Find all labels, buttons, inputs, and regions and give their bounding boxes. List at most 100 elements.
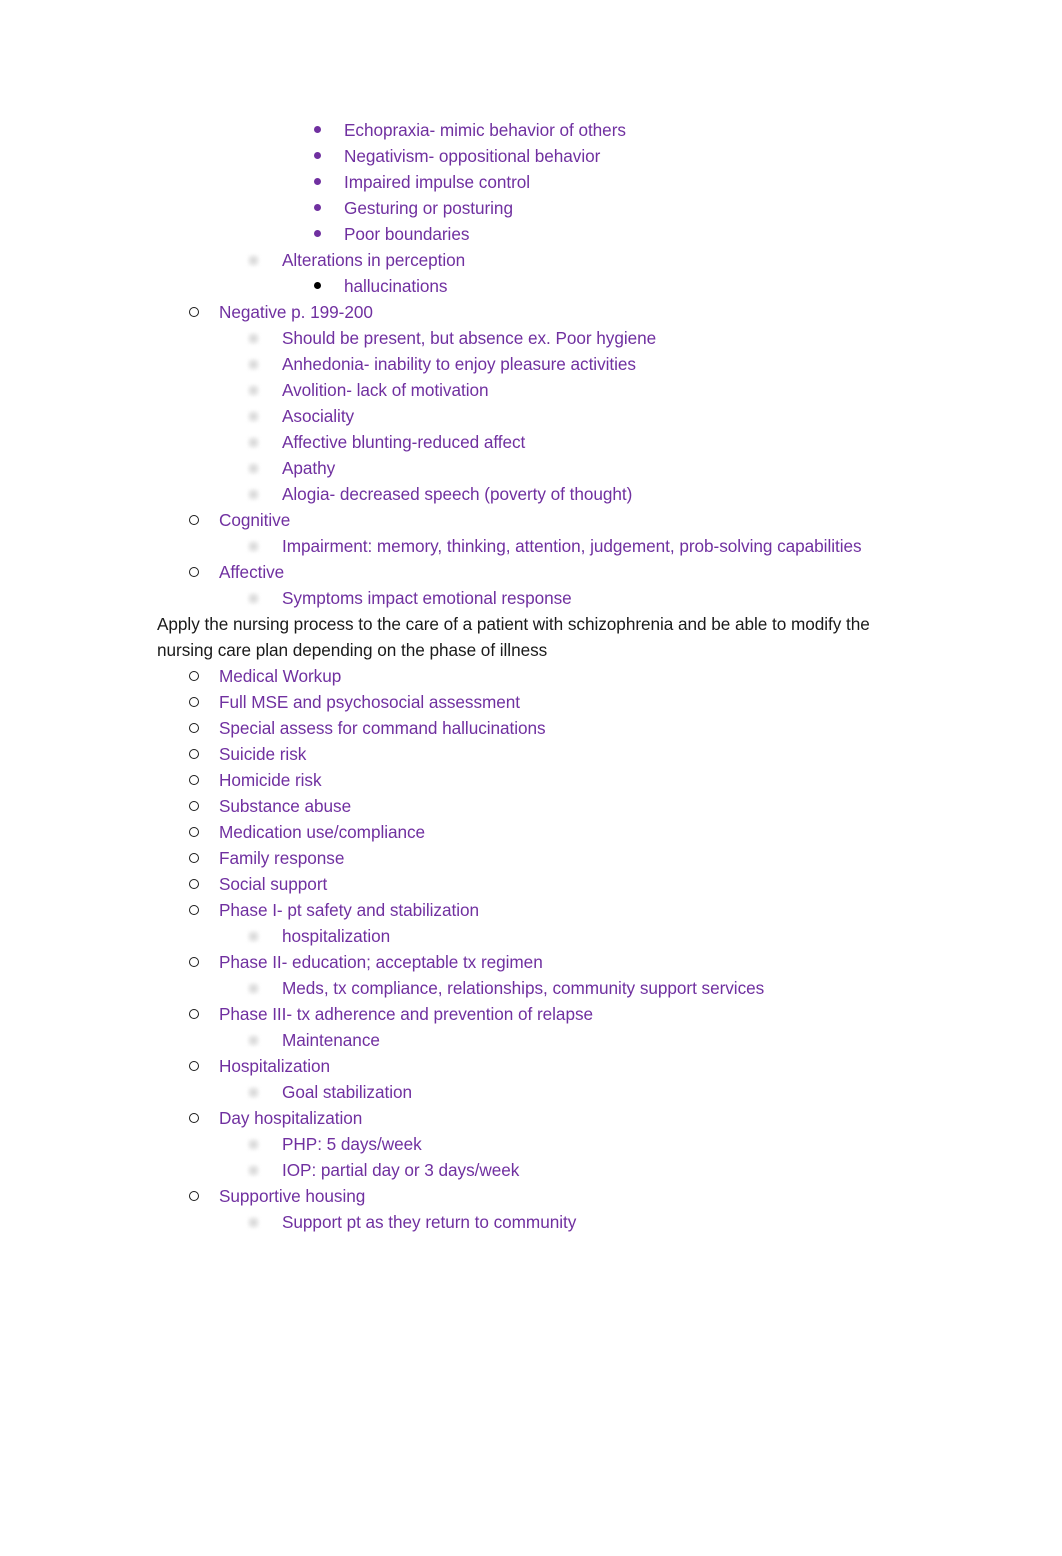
outline-item: Medical Workup	[0, 664, 1062, 690]
outline-item: IOP: partial day or 3 days/week	[0, 1158, 1062, 1184]
outline-item-marker	[189, 950, 211, 976]
outline-item: Asociality	[0, 404, 1062, 430]
outline-item: Apathy	[0, 456, 1062, 482]
bullet-circle-icon	[189, 1190, 199, 1201]
bullet-faded-square-icon	[247, 981, 260, 995]
bullet-circle-icon	[189, 748, 199, 759]
outline-item-marker	[189, 794, 211, 820]
outline-item: PHP: 5 days/week	[0, 1132, 1062, 1158]
outline-item-text: Anhedonia- inability to enjoy pleasure a…	[282, 354, 636, 374]
outline-item: Avolition- lack of motivation	[0, 378, 1062, 404]
bullet-faded-square-icon	[247, 384, 260, 397]
outline-item: Full MSE and psychosocial assessment	[0, 690, 1062, 716]
outline-item-text: Echopraxia- mimic behavior of others	[344, 120, 626, 140]
outline-item-marker	[189, 898, 211, 924]
outline-item-text: Support pt as they return to community	[282, 1211, 577, 1232]
outline-item-marker	[189, 664, 211, 690]
outline-item-text: Day hospitalization	[219, 1107, 363, 1128]
outline-item: Family response	[0, 846, 1062, 872]
outline-item-marker	[189, 742, 211, 768]
outline-item-marker	[247, 352, 271, 378]
bullet-circle-icon	[189, 878, 199, 889]
bullet-faded-square-icon	[247, 1215, 260, 1229]
outline-item-text: Symptoms impact emotional response	[282, 588, 572, 608]
bullet-circle-icon	[189, 904, 199, 915]
outline-item-marker	[189, 1106, 211, 1132]
outline-item-marker	[247, 482, 271, 508]
outline-item: Gesturing or posturing	[0, 196, 1062, 222]
outline-item: Affective	[0, 560, 1062, 586]
outline-item-text: PHP: 5 days/week	[282, 1133, 422, 1154]
bullet-circle-icon	[189, 826, 199, 837]
outline-item-text: Negativism- oppositional behavior	[344, 146, 601, 166]
bullet-faded-square-icon	[247, 332, 260, 345]
outline-item: Impaired impulse control	[0, 170, 1062, 196]
outline-item-text: Substance abuse	[219, 795, 352, 816]
outline-item-marker	[314, 144, 336, 170]
outline-item: Suicide risk	[0, 742, 1062, 768]
outline-item-text: Negative p. 199-200	[219, 302, 373, 322]
outline-item-marker	[247, 1080, 271, 1106]
bullet-circle-icon	[189, 774, 199, 785]
outline-item: Alterations in perception	[0, 248, 1062, 274]
outline-item: Special assess for command hallucination…	[0, 716, 1062, 742]
outline-item: hospitalization	[0, 924, 1062, 950]
outline-item-text: Family response	[219, 847, 345, 868]
outline-item-text: Medical Workup	[219, 665, 342, 686]
outline-item-text: Affective	[219, 562, 285, 582]
outline-item-text: Suicide risk	[219, 743, 307, 764]
outline-item-marker	[247, 586, 271, 612]
outline-item-text: IOP: partial day or 3 days/week	[282, 1159, 520, 1180]
bullet-circle-icon	[189, 800, 199, 811]
outline-item-text: Maintenance	[282, 1029, 380, 1050]
outline-item-text: Homicide risk	[219, 769, 322, 790]
bullet-disc-icon	[314, 204, 321, 211]
bullet-faded-square-icon	[247, 1163, 260, 1177]
outline-item: Phase II- education; acceptable tx regim…	[0, 950, 1062, 976]
outline-item-text: hospitalization	[282, 925, 391, 946]
bullet-faded-square-icon	[247, 929, 260, 943]
outline-item-text: Hospitalization	[219, 1055, 331, 1076]
outline-item: Alogia- decreased speech (poverty of tho…	[0, 482, 1062, 508]
outline-item: Should be present, but absence ex. Poor …	[0, 326, 1062, 352]
outline-item-marker	[247, 924, 271, 950]
outline-item-text: Special assess for command hallucination…	[219, 717, 546, 738]
outline-item-text: Impairment: memory, thinking, attention,…	[282, 536, 862, 556]
outline-item: Day hospitalization	[0, 1106, 1062, 1132]
bullet-circle-icon	[189, 696, 199, 707]
outline-item-text: Apply the nursing process to the care of…	[157, 614, 870, 660]
outline-item: Phase III- tx adherence and prevention o…	[0, 1002, 1062, 1028]
outline-item-text: Cognitive	[219, 510, 291, 530]
bullet-faded-square-icon	[247, 410, 260, 423]
outline-item-marker	[189, 300, 211, 326]
bullet-disc-icon	[314, 126, 321, 133]
bullet-circle-icon	[189, 567, 199, 577]
bullet-faded-square-icon	[247, 254, 260, 267]
bullet-circle-icon	[189, 1008, 199, 1019]
outline-item-marker	[189, 872, 211, 898]
outline-item-text: Apathy	[282, 458, 336, 478]
outline-item-text: hallucinations	[344, 276, 448, 296]
outline-item: Support pt as they return to community	[0, 1210, 1062, 1236]
outline-item: Apply the nursing process to the care of…	[0, 612, 1062, 663]
outline-item-text: Goal stabilization	[282, 1081, 412, 1102]
outline-item: Maintenance	[0, 1028, 1062, 1054]
outline-item: Phase I- pt safety and stabilization	[0, 898, 1062, 924]
outline-item: Symptoms impact emotional response	[0, 586, 1062, 612]
bullet-faded-square-icon	[247, 1033, 260, 1047]
outline-item-marker	[247, 378, 271, 404]
outline-item-marker	[189, 846, 211, 872]
outline-item-marker	[247, 326, 271, 352]
bullet-faded-square-icon	[247, 592, 260, 605]
outline-item-marker	[247, 534, 271, 560]
bullet-faded-square-icon	[247, 488, 260, 501]
outline-item: hallucinations	[0, 274, 1062, 300]
bullet-disc-icon	[314, 178, 321, 185]
outline-item-marker	[247, 1158, 271, 1184]
outline-item-text: Medication use/compliance	[219, 821, 426, 842]
outline-item: Anhedonia- inability to enjoy pleasure a…	[0, 352, 1062, 378]
outline-item-marker	[314, 170, 336, 196]
bullet-faded-square-icon	[247, 436, 260, 449]
outline-item-text: Social support	[219, 873, 328, 894]
bullet-circle-icon	[189, 515, 199, 525]
